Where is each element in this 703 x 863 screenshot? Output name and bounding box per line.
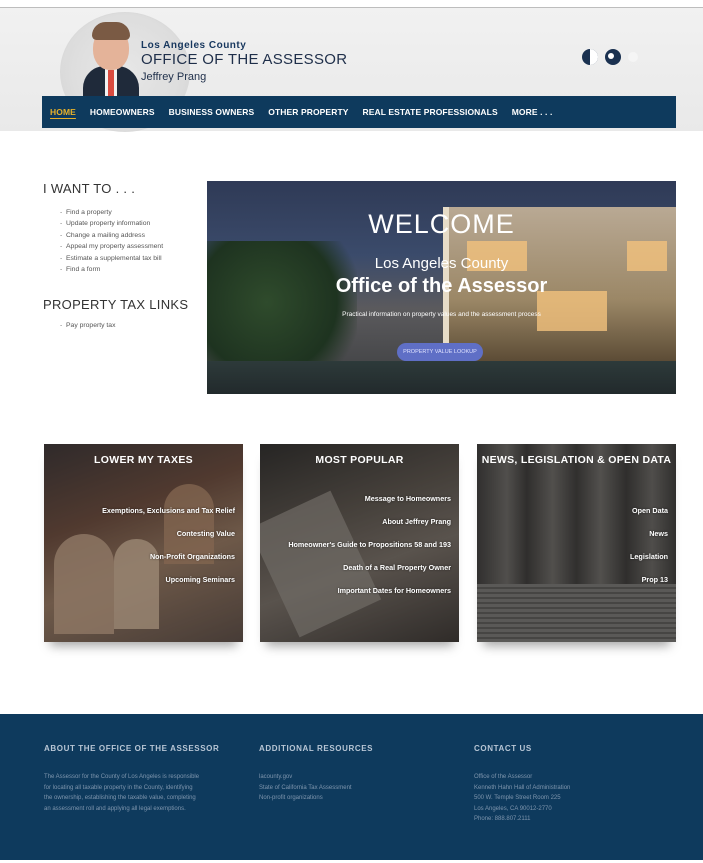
hero-welcome: WELCOME	[368, 209, 515, 239]
i-want-to-item[interactable]: Update property information	[60, 218, 163, 230]
i-want-to-item[interactable]: Estimate a supplemental tax bill	[60, 253, 163, 265]
card-title[interactable]: LOWER MY TAXES	[44, 454, 243, 466]
card-link[interactable]: Important Dates for Homeowners	[288, 586, 451, 609]
card-title[interactable]: MOST POPULAR	[260, 454, 459, 466]
card-link[interactable]: Legislation	[630, 552, 668, 575]
footer-contact-title: CONTACT US	[474, 744, 532, 753]
footer-text-line: for locating all taxable property in the…	[44, 784, 193, 791]
card-links: Open Data News Legislation Prop 13	[630, 506, 668, 598]
card-links: Message to Homeowners About Jeffrey Prang…	[288, 494, 451, 609]
footer-text-line: Los Angeles, CA 90012-2770	[474, 805, 552, 812]
card-link[interactable]: News	[630, 529, 668, 552]
header-icons	[582, 49, 638, 65]
i-want-to-title: I WANT TO . . .	[43, 181, 136, 196]
footer-text-line: Phone: 888.807.2111	[474, 816, 531, 823]
i-want-to-item[interactable]: Find a form	[60, 264, 163, 276]
top-border	[0, 0, 703, 8]
card-title[interactable]: NEWS, LEGISLATION & OPEN DATA	[477, 454, 676, 466]
card-link[interactable]: Upcoming Seminars	[102, 575, 236, 598]
property-tax-link-item[interactable]: Pay property tax	[60, 320, 116, 332]
i-want-to-item[interactable]: Change a mailing address	[60, 230, 163, 242]
main-nav: HOME HOMEOWNERS BUSINESS OWNERS OTHER PROPE…	[42, 96, 676, 128]
card-news-legislation: NEWS, LEGISLATION & OPEN DATA Open Data N…	[477, 444, 676, 642]
card-link[interactable]: About Jeffrey Prang	[288, 517, 451, 540]
property-value-lookup-button[interactable]: PROPERTY VALUE LOOKUP	[397, 343, 483, 361]
nav-item-other-property[interactable]: OTHER PROPERTY	[268, 107, 348, 117]
card-link[interactable]: Death of a Real Property Owner	[288, 563, 451, 586]
nav-item-more[interactable]: MORE . . .	[512, 107, 553, 117]
assessor-portrait	[83, 22, 139, 102]
card-most-popular: MOST POPULAR Message to Homeowners About …	[260, 444, 459, 642]
card-links: Exemptions, Exclusions and Tax Relief Con…	[102, 506, 235, 598]
nav-item-real-estate-professionals[interactable]: REAL ESTATE PROFESSIONALS	[363, 107, 498, 117]
footer-resources-links: lacounty.gov State of California Tax Asse…	[259, 772, 439, 804]
card-lower-my-taxes: LOWER MY TAXES Exemptions, Exclusions an…	[44, 444, 243, 642]
search-icon[interactable]	[628, 52, 638, 62]
portrait-hair	[92, 22, 130, 40]
i-want-to-item[interactable]: Appeal my property assessment	[60, 241, 163, 253]
card-link[interactable]: Prop 13	[630, 575, 668, 598]
hero-office: Office of the Assessor	[335, 275, 548, 297]
footer-about-text: The Assessor for the County of Los Angel…	[44, 772, 244, 814]
hero-description: Practical information on property values…	[342, 311, 541, 318]
i-want-to-list: Find a propertyUpdate property informati…	[60, 207, 163, 276]
footer-text-line: Kenneth Hahn Hall of Administration	[474, 784, 571, 791]
translate-icon[interactable]	[605, 49, 621, 65]
hero-banner: WELCOME Los Angeles County Office of the…	[207, 181, 676, 394]
footer-resources-title: ADDITIONAL RESOURCES	[259, 744, 374, 753]
card-link[interactable]: Non-Profit Organizations	[102, 552, 235, 575]
card-link[interactable]: Contesting Value	[102, 529, 235, 552]
portrait-tie	[108, 70, 114, 98]
card-link[interactable]: Open Data	[630, 506, 668, 529]
hero-ground	[207, 361, 676, 394]
hero-county: Los Angeles County	[374, 255, 509, 272]
header-assessor-name[interactable]: Jeffrey Prang	[141, 71, 206, 83]
property-tax-links-title: PROPERTY TAX LINKS	[43, 297, 189, 312]
card-link[interactable]: Exemptions, Exclusions and Tax Relief	[102, 506, 235, 529]
footer-text-line: 500 W. Temple Street Room 225	[474, 795, 561, 802]
contrast-icon[interactable]	[582, 49, 598, 65]
footer-contact-text: Office of the Assessor Kenneth Hahn Hall …	[474, 772, 674, 825]
footer-link[interactable]: Non-profit organizations	[259, 793, 439, 804]
footer-link[interactable]: State of California Tax Assessment	[259, 783, 439, 794]
card-link[interactable]: Message to Homeowners	[288, 494, 451, 517]
site-footer: ABOUT THE OFFICE OF THE ASSESSOR The Ass…	[0, 714, 703, 863]
nav-item-homeowners[interactable]: HOMEOWNERS	[90, 107, 155, 117]
nav-item-home[interactable]: HOME	[50, 107, 76, 117]
footer-text-line: the ownership, establishing the taxable …	[44, 795, 196, 802]
footer-link[interactable]: lacounty.gov	[259, 772, 439, 783]
header-office-title[interactable]: OFFICE OF THE ASSESSOR	[141, 51, 347, 68]
i-want-to-item[interactable]: Find a property	[60, 207, 163, 219]
header-county[interactable]: Los Angeles County	[141, 40, 246, 51]
footer-text-line: The Assessor for the County of Los Angel…	[44, 774, 200, 780]
footer-text-line: an assessment roll and applying all lega…	[44, 805, 186, 812]
footer-about-title: ABOUT THE OFFICE OF THE ASSESSOR	[44, 744, 220, 753]
footer-text-line: Office of the Assessor	[474, 774, 533, 780]
card-link[interactable]: Homeowner's Guide to Propositions 58 and…	[288, 540, 451, 563]
property-tax-links-list: Pay property tax	[60, 320, 116, 332]
nav-item-business-owners[interactable]: BUSINESS OWNERS	[169, 107, 255, 117]
